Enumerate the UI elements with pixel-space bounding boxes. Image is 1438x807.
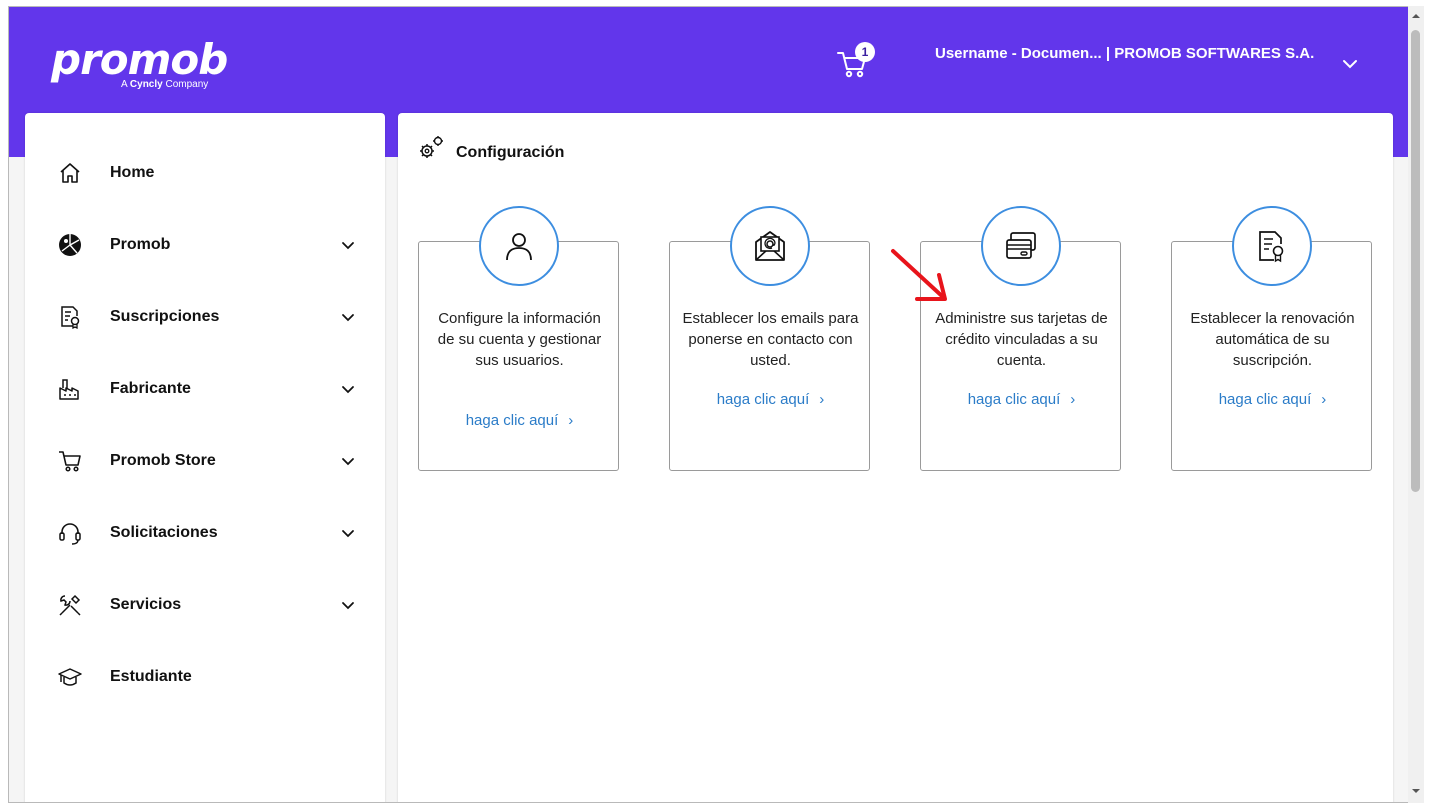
card-link[interactable]: haga clic aquí › — [419, 412, 620, 429]
scroll-up-arrow-icon[interactable] — [1411, 11, 1421, 21]
card-icon-circle — [479, 206, 559, 286]
promob-logo-icon — [59, 234, 81, 256]
factory-icon — [59, 379, 79, 400]
sidebar-item-servicios[interactable]: Servicios — [25, 575, 385, 635]
sidebar-item-label: Fabricante — [110, 380, 191, 397]
card-link-label: haga clic aquí — [967, 391, 1061, 408]
card-link-label: haga clic aquí — [1218, 391, 1312, 408]
chevron-down-icon[interactable] — [339, 308, 357, 326]
headset-icon — [59, 523, 81, 545]
chevron-down-icon[interactable] — [339, 452, 357, 470]
card-link[interactable]: haga clic aquí › — [670, 391, 871, 408]
sidebar-item-promob[interactable]: Promob — [25, 215, 385, 275]
main-panel: Configuración Configure la información d… — [398, 113, 1393, 802]
tagline-brand: Cyncly — [129, 79, 163, 90]
sidebar-item-label: Promob Store — [110, 452, 216, 469]
chevron-right-icon: › — [1321, 391, 1327, 408]
cart-icon — [59, 451, 81, 472]
home-icon — [60, 163, 80, 183]
chevron-right-icon: › — [1070, 391, 1076, 408]
card-link-label: haga clic aquí — [465, 412, 559, 429]
certificate-document-icon — [1259, 231, 1284, 263]
user-account-label[interactable]: Username - Documen... | PROMOB SOFTWARES… — [935, 43, 1315, 64]
card-description: Configure la información de su cuenta y … — [437, 310, 602, 369]
sidebar: Home Promob Suscripciones Fabricante Pro… — [25, 113, 385, 802]
sidebar-item-estudiante[interactable]: Estudiante — [25, 647, 385, 707]
credit-cards-icon — [1006, 232, 1036, 259]
card-link[interactable]: haga clic aquí › — [1172, 391, 1373, 408]
browser-window: promob A Cyncly Company 1 Username - Doc… — [8, 6, 1424, 803]
sidebar-item-label: Promob — [110, 236, 171, 253]
card-icon-circle — [730, 206, 810, 286]
promob-logo[interactable]: promob A Cyncly Company — [51, 35, 228, 91]
certificate-document-icon — [61, 306, 80, 330]
card-description: Administre sus tarjetas de crédito vincu… — [935, 310, 1108, 369]
tagline-suffix: Company — [165, 79, 209, 90]
sidebar-item-label: Estudiante — [110, 668, 192, 685]
chevron-down-icon[interactable] — [339, 236, 357, 254]
page-title: Configuración — [456, 144, 565, 161]
card-description: Establecer la renovación automática de s… — [1190, 310, 1355, 369]
sidebar-item-label: Suscripciones — [110, 308, 220, 325]
chevron-down-icon[interactable] — [339, 596, 357, 614]
chevron-down-icon[interactable] — [339, 524, 357, 542]
card-description: Establecer los emails para ponerse en co… — [682, 310, 859, 369]
logo-wordmark: promob — [51, 35, 228, 84]
chevron-right-icon: › — [819, 391, 825, 408]
red-arrow-icon — [891, 249, 947, 301]
vertical-scrollbar[interactable] — [1408, 6, 1424, 803]
sidebar-item-promob-store[interactable]: Promob Store — [25, 431, 385, 491]
chevron-right-icon: › — [568, 412, 574, 429]
card-icon-circle — [1232, 206, 1312, 286]
card-contact-emails: Establecer los emails para ponerse en co… — [669, 206, 871, 471]
sidebar-item-label: Solicitaciones — [110, 524, 218, 541]
chevron-down-icon[interactable] — [1339, 53, 1361, 75]
card-icon-circle — [981, 206, 1061, 286]
sidebar-item-solicitaciones[interactable]: Solicitaciones — [25, 503, 385, 563]
chevron-down-icon[interactable] — [339, 380, 357, 398]
scroll-down-arrow-icon[interactable] — [1411, 786, 1421, 796]
email-at-icon — [755, 231, 785, 261]
card-link-label: haga clic aquí — [716, 391, 810, 408]
sidebar-item-home[interactable]: Home — [25, 143, 385, 203]
scrollbar-thumb[interactable] — [1411, 30, 1420, 492]
tools-icon — [59, 594, 81, 616]
sidebar-item-suscripciones[interactable]: Suscripciones — [25, 287, 385, 347]
sidebar-item-label: Home — [110, 164, 155, 181]
card-link[interactable]: haga clic aquí › — [921, 391, 1122, 408]
sidebar-item-label: Servicios — [110, 596, 182, 613]
user-icon — [506, 233, 532, 261]
gears-icon — [420, 136, 443, 158]
tagline-prefix: A — [121, 79, 128, 90]
card-account-info: Configure la información de su cuenta y … — [418, 206, 620, 471]
card-auto-renewal: Establecer la renovación automática de s… — [1171, 206, 1373, 471]
graduation-cap-icon — [58, 668, 82, 686]
sidebar-item-fabricante[interactable]: Fabricante — [25, 359, 385, 419]
cart-count-badge: 1 — [855, 42, 875, 62]
logo-tagline: A Cyncly Company — [121, 79, 208, 90]
